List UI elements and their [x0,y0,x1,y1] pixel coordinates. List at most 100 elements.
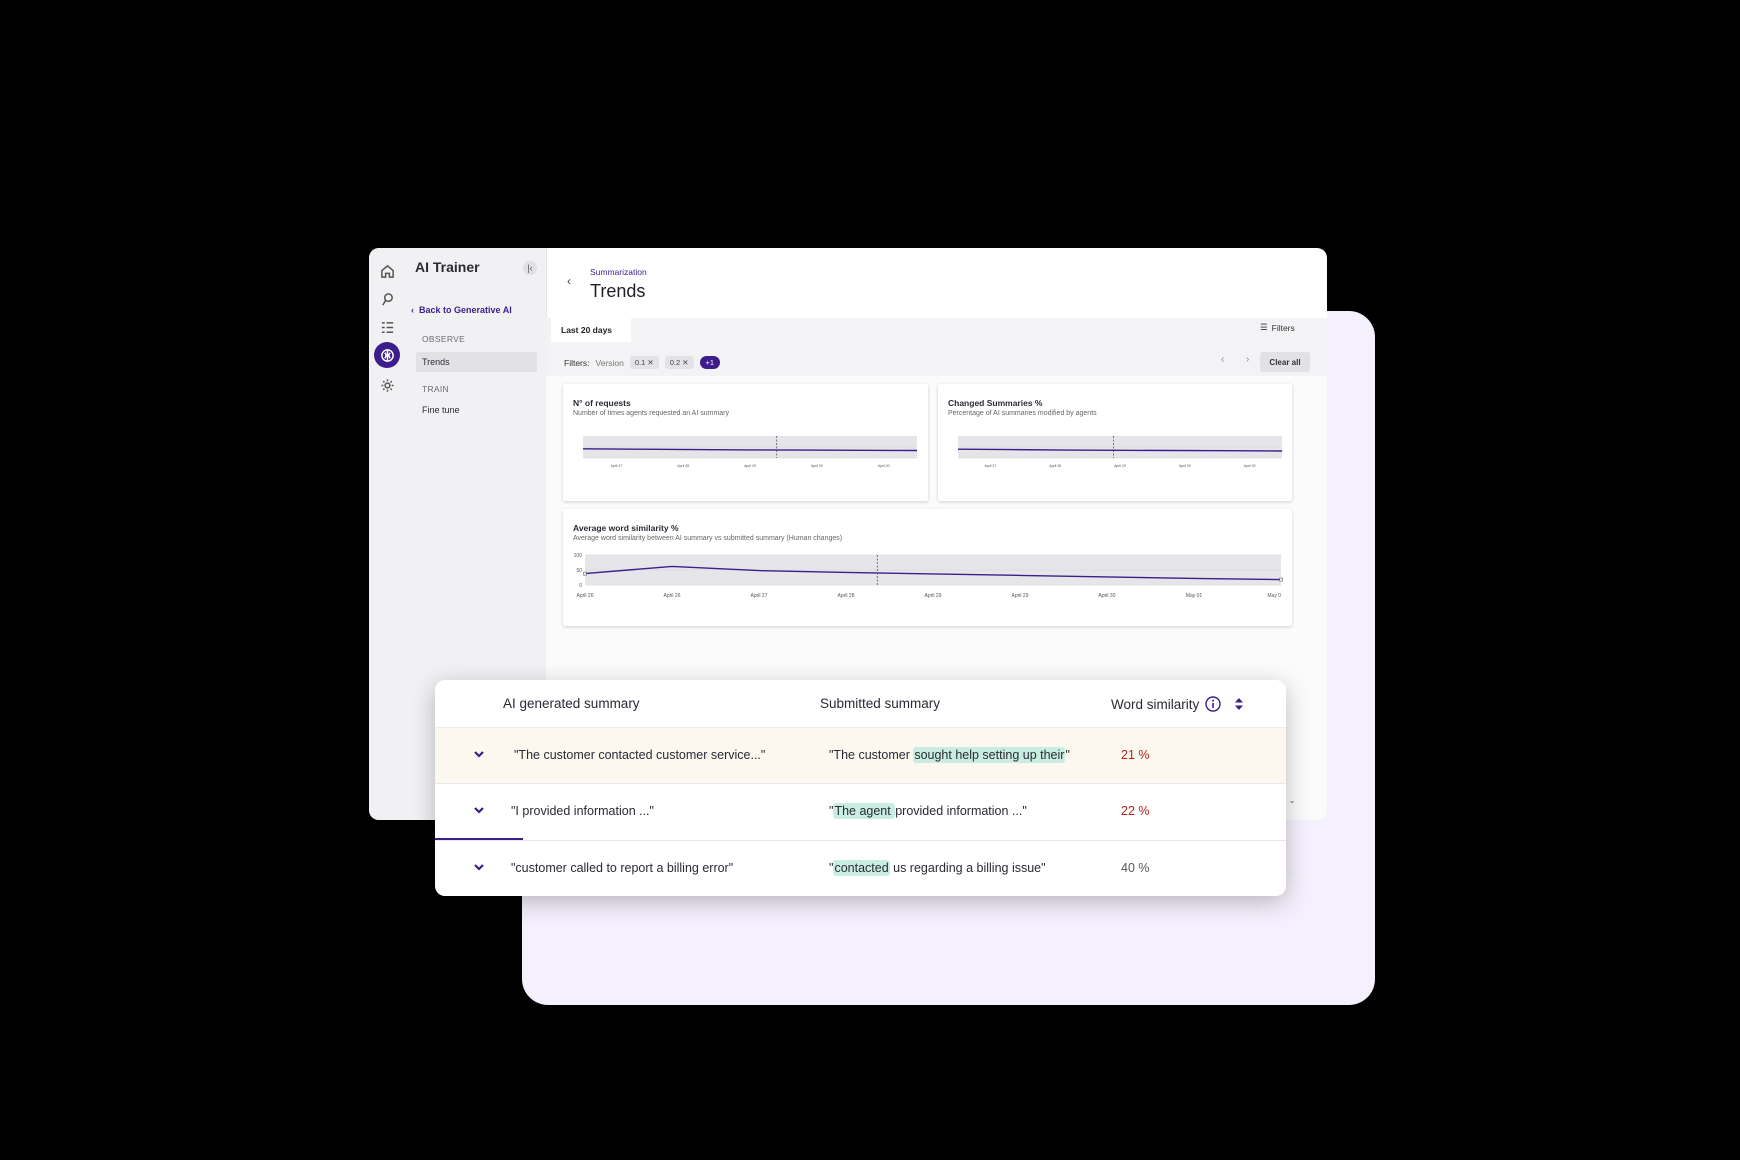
sidebar-item-trends[interactable]: Trends [416,352,537,372]
column-header-similarity-label: Word similarity [1111,696,1200,712]
y-tick-label: 50 [576,568,582,574]
changed-words-highlight: sought help setting up their [913,747,1066,763]
y-tick-label: 0 [579,583,582,589]
sidebar-item-fine-tune[interactable]: Fine tune [422,405,460,415]
chip-label: 0.2 [669,358,681,367]
sidebar-item-label: Trends [422,357,450,367]
page-title: Trends [590,281,646,301]
x-tick-label: April 30 [878,464,890,468]
x-tick-label: May 0 [1267,593,1281,599]
changed-summaries-chart: April 27 April 28 April 29 April 29 April 30 [957,436,1283,468]
changed-words-highlight: contacted [833,860,890,876]
submitted-text: provided information ..." [895,804,1027,818]
similarity-value: 40 % [1121,861,1150,875]
column-header-similarity[interactable]: Word similarity [1111,696,1245,712]
back-link-label: Back to Generative AI [419,305,512,315]
x-tick-label: April 28 [677,464,689,468]
x-tick-label: April 29 [811,464,823,468]
x-tick-label: April 28 [1049,464,1061,468]
x-tick-label: April 30 [1099,593,1116,599]
nav-section-observe: OBSERVE [422,334,466,344]
list-icon[interactable] [377,317,397,337]
chevron-down-icon[interactable] [472,747,486,761]
date-range-tab[interactable]: Last 20 days [551,318,631,342]
changed-words-highlight: The agent [833,803,896,819]
x-tick-label: April 27 [751,593,768,599]
icon-rail [369,248,405,820]
filters-button-label: Filters [1271,322,1295,333]
submitted-summary-cell: "The customer sought help setting up the… [829,747,1070,763]
table-row[interactable]: "customer called to report a billing err… [435,840,1286,896]
card-subtitle: Percentage of AI summaries modified by a… [948,410,1097,417]
breadcrumb[interactable]: Summarization [590,267,647,277]
x-tick-label: April 29 [1179,464,1191,468]
clear-all-button[interactable]: Clear all [1260,352,1310,372]
similarity-chart: 100 50 0 April 26 April 26 April 27 April 28 Ap… [574,553,1283,599]
info-icon[interactable] [1205,696,1221,712]
close-icon[interactable]: ✕ [647,358,653,367]
card-title: Changed Summaries % [948,398,1043,408]
similarity-value: 22 % [1121,804,1150,818]
filter-chip[interactable]: 0.1 ✕ [629,356,659,369]
x-tick-label: April 29 [1012,593,1029,599]
home-icon[interactable] [377,261,397,281]
more-filters-chip[interactable]: +1 [699,356,721,369]
card-subtitle: Number of times agents requested an AI s… [573,410,730,417]
ai-trainer-icon[interactable] [374,342,400,368]
back-link[interactable]: ‹ Back to Generative AI [411,305,512,315]
card-subtitle: Average word similarity between AI summa… [573,535,843,542]
nav-section-train: TRAIN [422,384,449,394]
similarity-card: Average word similarity % Average word s… [563,509,1292,626]
table-row[interactable]: "I provided information ..." "The agent … [435,783,1286,841]
filters-label: Filters: [564,357,590,368]
collapse-nav-button[interactable]: |‹ [523,261,537,275]
chevron-right-icon[interactable]: › [1246,354,1249,365]
chevron-down-icon[interactable] [472,860,486,874]
filters-button[interactable]: ☰ Filters [1260,322,1295,333]
collapse-icon: |‹ [527,263,533,273]
filter-icon: ☰ [1260,322,1268,332]
back-arrow-button[interactable]: ‹ [567,274,571,288]
ai-summary-cell: "I provided information ..." [511,804,654,818]
x-tick-label: April 27 [984,464,996,468]
x-tick-label: April 27 [610,464,622,468]
chip-label: 0.1 [634,358,646,367]
data-point [583,571,587,576]
card-title: N° of requests [573,398,631,408]
data-point [1279,577,1283,582]
card-title: Average word similarity % [573,523,679,533]
x-tick-label: May 01 [1186,593,1203,599]
chevron-left-icon: ‹ [411,305,419,315]
column-header-submitted: Submitted summary [820,696,941,711]
column-header-ai-summary: AI generated summary [503,696,640,711]
y-tick-label: 100 [574,553,583,559]
x-tick-label: April 29 [744,464,756,468]
sort-icon[interactable] [1233,697,1245,711]
x-tick-label: April 29 [1114,464,1126,468]
ai-summary-cell: "customer called to report a billing err… [511,861,734,875]
submitted-text: " [1065,748,1070,762]
similarity-value: 21 % [1121,748,1150,762]
filter-chip[interactable]: 0.2 ✕ [664,356,694,369]
chevron-down-icon[interactable] [472,803,486,817]
table-row[interactable]: "The customer contacted customer service… [435,727,1286,784]
submitted-text: "The customer [829,748,914,762]
app-title: AI Trainer [415,259,480,275]
close-icon[interactable]: ✕ [682,358,688,367]
x-tick-label: April 26 [577,593,594,599]
requests-card: N° of requests Number of times agents re… [563,384,928,501]
filter-field-label: Version [595,357,624,368]
submitted-summary-cell: "The agent provided information ..." [829,803,1027,819]
submitted-summary-cell: "contacted us regarding a billing issue" [829,860,1046,876]
requests-chart: April 27 April 28 April 29 April 29 April 30 [582,436,918,468]
changed-summaries-card: Changed Summaries % Percentage of AI sum… [938,384,1292,501]
x-tick-label: April 30 [1244,464,1256,468]
chevron-down-icon: ⌄ [1288,796,1296,805]
chevron-left-icon[interactable]: ‹ [1221,354,1224,365]
x-tick-label: April 28 [838,593,855,599]
x-tick-label: April 26 [664,593,681,599]
gear-icon[interactable] [377,375,397,395]
x-tick-label: April 29 [925,593,942,599]
ai-summary-cell: "The customer contacted customer service… [514,748,766,762]
chat-icon[interactable] [377,289,397,309]
